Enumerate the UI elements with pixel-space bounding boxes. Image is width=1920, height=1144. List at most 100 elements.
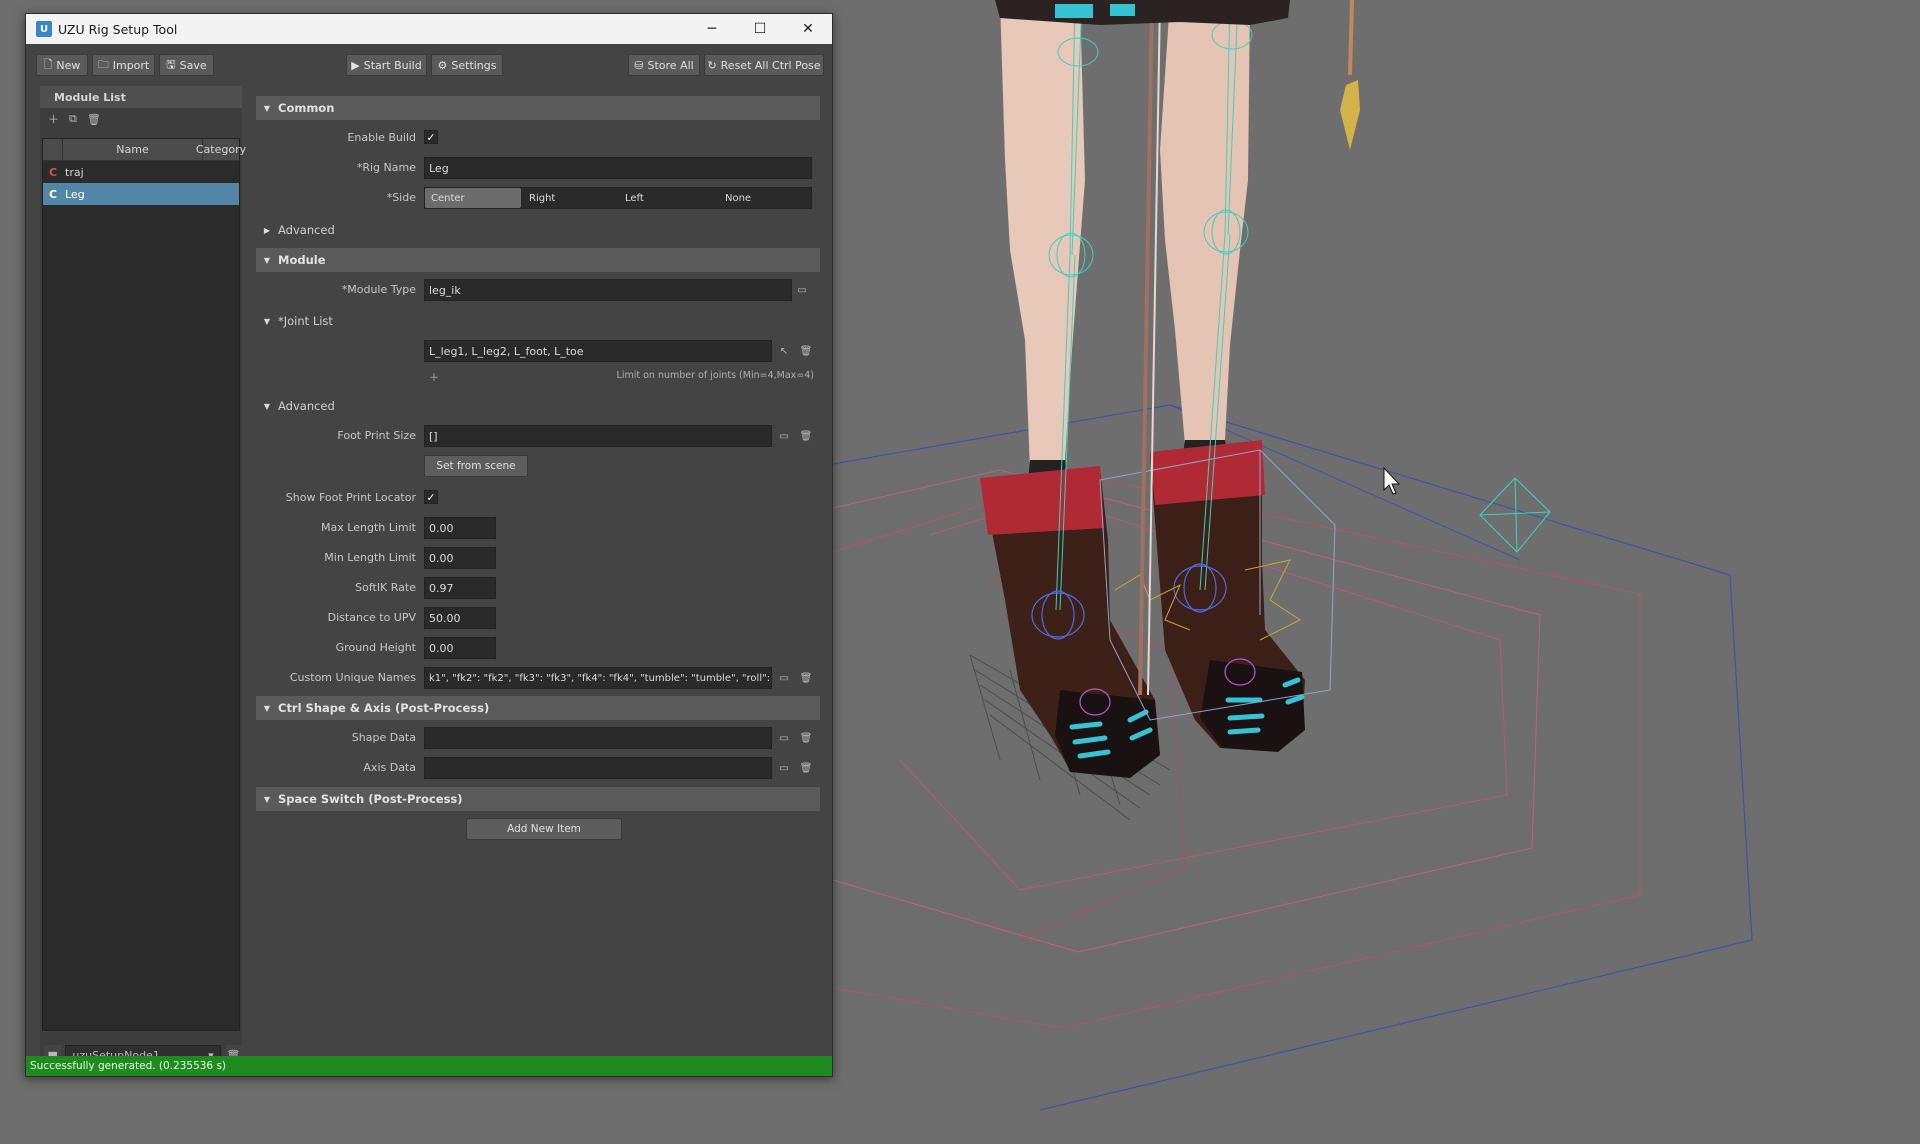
section-common-advanced[interactable]: ▶ Advanced: [256, 218, 820, 242]
section-advanced[interactable]: ▼ Advanced: [256, 394, 820, 418]
module-name: traj: [65, 165, 84, 179]
add-icon[interactable]: ＋: [48, 111, 59, 127]
store-all-label: Store All: [647, 58, 694, 72]
section-module[interactable]: ▼ Module: [256, 248, 820, 272]
axis-data-label: Axis Data: [363, 760, 416, 774]
pick-icon[interactable]: ↖: [774, 341, 794, 361]
rig-setup-window: U UZU Rig Setup Tool ─ ☐ ✕ 🗋 New 🗀 Import …: [25, 13, 833, 1077]
section-title: Module: [278, 253, 326, 267]
select-icon[interactable]: ▭: [774, 728, 794, 748]
add-new-item-button[interactable]: Add New Item: [466, 818, 622, 840]
section-joint-list[interactable]: ▼ *Joint List: [256, 309, 820, 333]
select-icon[interactable]: ▭: [774, 668, 794, 688]
softik-input[interactable]: 0.97: [424, 577, 496, 599]
custom-names-label: Custom Unique Names: [289, 670, 416, 684]
maximize-button[interactable]: ☐: [736, 14, 784, 44]
module-type-input[interactable]: leg_ik: [424, 279, 792, 301]
section-title: Space Switch (Post-Process): [278, 792, 463, 806]
reset-all-ctrl-pose-button[interactable]: ↻ Reset All Ctrl Pose: [704, 54, 824, 76]
trash-icon[interactable]: 🗑: [796, 728, 816, 748]
section-title: Advanced: [278, 399, 335, 413]
min-length-input[interactable]: 0.00: [424, 547, 496, 569]
select-icon[interactable]: ▭: [774, 426, 794, 446]
expand-triangle-icon: ▼: [263, 401, 271, 411]
softik-label: SoftIK Rate: [355, 580, 416, 594]
reset-all-label: Reset All Ctrl Pose: [720, 58, 821, 72]
enable-build-label: Enable Build: [347, 130, 416, 144]
show-foot-print-checkbox[interactable]: ✓: [424, 490, 438, 504]
import-button[interactable]: 🗀 Import: [92, 54, 155, 76]
distance-upv-input[interactable]: 50.00: [424, 607, 496, 629]
side-none-option[interactable]: None: [719, 188, 811, 208]
min-length-label: Min Length Limit: [324, 550, 416, 564]
section-common[interactable]: ▼ Common: [256, 96, 820, 120]
select-icon[interactable]: ▭: [792, 280, 812, 300]
foot-print-size-input[interactable]: []: [424, 425, 772, 447]
side-right-option[interactable]: Right: [523, 188, 619, 208]
axis-data-input[interactable]: [424, 757, 772, 779]
side-left-option[interactable]: Left: [619, 188, 715, 208]
trash-icon[interactable]: 🗑: [796, 426, 816, 446]
save-label: Save: [179, 58, 207, 72]
store-icon: ⛁: [634, 58, 644, 72]
expand-triangle-icon: ▼: [263, 255, 271, 265]
trash-icon[interactable]: 🗑: [796, 668, 816, 688]
trash-icon[interactable]: 🗑: [796, 758, 816, 778]
module-name: Leg: [65, 187, 85, 201]
new-button[interactable]: 🗋 New: [36, 54, 88, 76]
module-row-leg[interactable]: C Leg: [43, 183, 239, 205]
new-label: New: [56, 58, 81, 72]
save-button[interactable]: 🖫 Save: [159, 54, 214, 76]
trash-icon[interactable]: 🗑: [87, 113, 101, 126]
new-file-icon: 🗋: [43, 57, 53, 71]
joint-list-item[interactable]: L_leg1, L_leg2, L_foot, L_toe: [424, 340, 772, 362]
module-list-title: Module List: [40, 86, 242, 108]
reset-icon: ↻: [707, 58, 717, 72]
shape-data-input[interactable]: [424, 727, 772, 749]
module-type-label: *Module Type: [341, 282, 416, 296]
module-list-panel: Module List ＋ ⧉ 🗑 Name Category C traj C…: [40, 86, 246, 1068]
section-ctrl-shape[interactable]: ▼ Ctrl Shape & Axis (Post-Process): [256, 696, 820, 720]
enable-build-checkbox[interactable]: ✓: [424, 130, 438, 144]
shape-data-label: Shape Data: [351, 730, 416, 744]
joint-limit-note: Limit on number of joints (Min=4,Max=4): [616, 370, 814, 381]
status-bar: Successfully generated. (0.235536 s): [26, 1056, 832, 1076]
ground-height-label: Ground Height: [335, 640, 416, 654]
side-center-option[interactable]: Center: [425, 188, 521, 208]
select-icon[interactable]: ▭: [774, 758, 794, 778]
start-build-label: Start Build: [363, 58, 422, 72]
section-title: Advanced: [278, 223, 335, 237]
max-length-input[interactable]: 0.00: [424, 517, 496, 539]
rig-name-label: *Rig Name: [356, 160, 416, 174]
ground-height-input[interactable]: 0.00: [424, 637, 496, 659]
settings-button[interactable]: ⚙ Settings: [431, 54, 503, 76]
close-button[interactable]: ✕: [784, 14, 832, 44]
expand-triangle-icon: ▼: [263, 794, 271, 804]
module-table: Name Category C traj C Leg: [42, 138, 246, 1031]
store-all-button[interactable]: ⛁ Store All: [628, 54, 700, 76]
import-label: Import: [112, 58, 150, 72]
rig-app-icon: U: [36, 21, 52, 37]
duplicate-icon[interactable]: ⧉: [69, 112, 77, 126]
section-title: Ctrl Shape & Axis (Post-Process): [278, 701, 490, 715]
section-space-switch[interactable]: ▼ Space Switch (Post-Process): [256, 787, 820, 811]
add-icon[interactable]: ＋: [424, 366, 444, 386]
title-bar[interactable]: U UZU Rig Setup Tool ─ ☐ ✕: [26, 14, 832, 44]
rig-name-input[interactable]: Leg: [424, 157, 812, 179]
section-title: *Joint List: [278, 314, 333, 328]
play-icon: ▶: [351, 58, 360, 72]
minimize-button[interactable]: ─: [688, 14, 736, 44]
gear-icon: ⚙: [437, 58, 448, 72]
foot-print-size-label: Foot Print Size: [337, 428, 416, 442]
name-column-header[interactable]: Name: [63, 139, 203, 160]
window-title: UZU Rig Setup Tool: [58, 21, 178, 37]
module-list-tools: ＋ ⧉ 🗑: [40, 108, 242, 130]
custom-names-input[interactable]: k1", "fk2": "fk2", "fk3": "fk3", "fk4": …: [424, 667, 772, 689]
start-build-button[interactable]: ▶ Start Build: [346, 54, 427, 76]
module-row-traj[interactable]: C traj: [43, 161, 239, 183]
trash-icon[interactable]: 🗑: [796, 341, 816, 361]
side-selector: Center Right Left None: [424, 187, 812, 209]
expand-triangle-icon: ▼: [263, 316, 271, 326]
set-from-scene-button[interactable]: Set from scene: [424, 455, 528, 477]
show-foot-print-label: Show Foot Print Locator: [285, 490, 416, 504]
